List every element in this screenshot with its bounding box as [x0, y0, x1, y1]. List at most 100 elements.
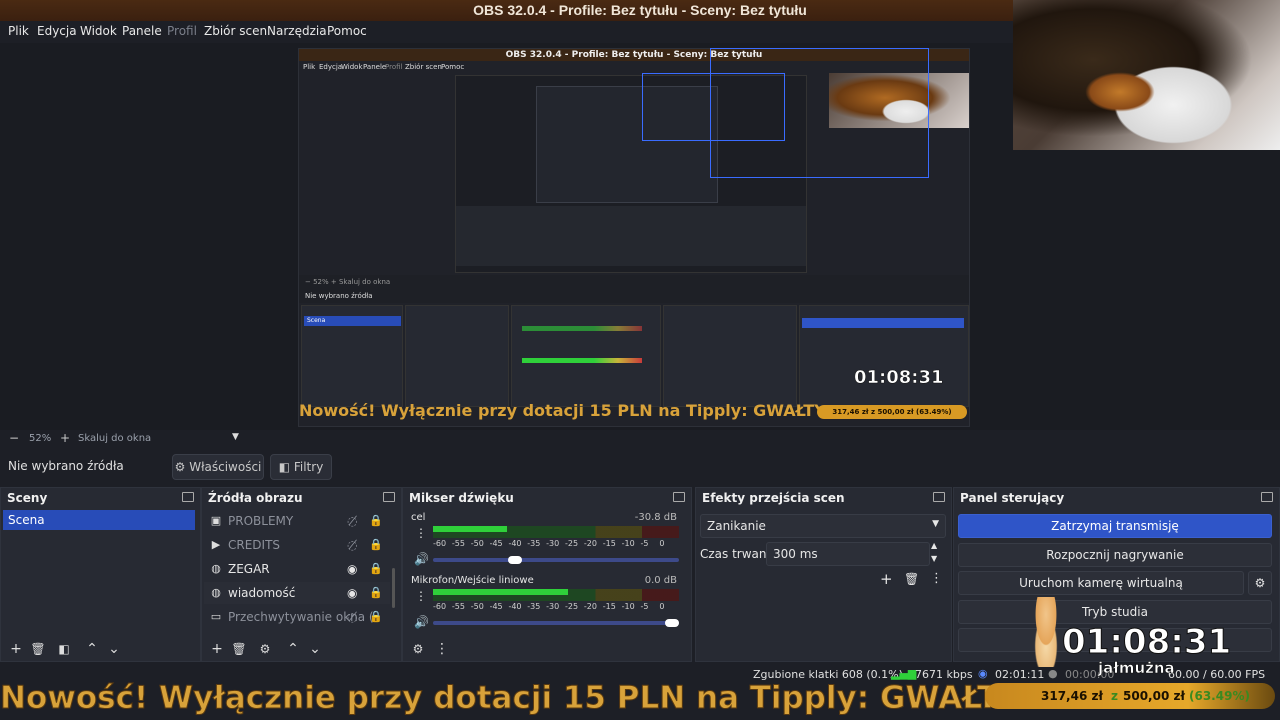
source-item[interactable]: ▭ Przechwytywanie okna ( ◌̸ 🔒 — [204, 606, 390, 628]
undock-icon[interactable] — [933, 492, 945, 502]
controls-title: Panel sterujący — [960, 491, 1065, 505]
undock-icon[interactable] — [1261, 492, 1273, 502]
zoom-level: 52% — [29, 433, 52, 444]
zoom-in-button[interactable]: + — [60, 431, 70, 445]
channel-db: 0.0 dB — [644, 575, 677, 586]
meter-tick-label: -60 — [433, 602, 447, 611]
lock-icon[interactable]: 🔒 — [369, 606, 383, 628]
browser-icon: ◍ — [211, 562, 221, 575]
filter-icon[interactable]: ◧ — [55, 639, 73, 659]
no-source-label: Nie wybrano źródła — [8, 459, 124, 473]
duration-value: 300 ms — [773, 547, 818, 561]
menu-edycja[interactable]: Edycja — [37, 24, 77, 38]
menu-plik[interactable]: Plik — [8, 24, 29, 38]
trash-icon[interactable]: 🗑 — [230, 639, 248, 659]
meter-tick-label: -5 — [640, 602, 649, 611]
stepper-up-icon[interactable]: ▲ — [931, 541, 937, 550]
eye-icon[interactable]: ◉ — [347, 582, 357, 604]
meter-tick-label: -45 — [489, 539, 503, 548]
meter-tick-label: -35 — [527, 539, 541, 548]
start-virtual-camera-button[interactable]: Uruchom kamerę wirtualną — [958, 571, 1244, 595]
scale-mode-select[interactable]: Skaluj do okna — [78, 433, 151, 444]
scene-item[interactable]: Scena — [3, 510, 195, 530]
fader-knob[interactable] — [665, 619, 679, 627]
add-icon[interactable]: + — [7, 639, 25, 659]
nested-donation: 317,46 zł z 500,00 zł (63.49%) — [817, 405, 967, 419]
move-down-icon[interactable]: ⌄ — [105, 639, 123, 659]
menu-narzedzia[interactable]: Narzędzia — [267, 24, 327, 38]
move-down-icon[interactable]: ⌄ — [306, 639, 324, 659]
speaker-icon[interactable]: 🔊 — [414, 552, 429, 566]
filters-button[interactable]: ◧ Filtry — [270, 454, 332, 480]
lock-icon[interactable]: 🔒 — [369, 582, 383, 604]
channel-name: Mikrofon/Wejście liniowe — [411, 575, 534, 586]
volume-fader[interactable] — [433, 619, 679, 627]
nested-menu-item: Zbiór scen — [405, 63, 442, 71]
zoom-out-button[interactable]: − — [9, 431, 19, 445]
source-item[interactable]: ▣ PROBLEMY ◌̸ 🔒 — [204, 510, 390, 532]
stop-stream-button[interactable]: Zatrzymaj transmisję — [958, 514, 1272, 538]
meter-tick-label: -25 — [565, 539, 579, 548]
camera-overlay — [1013, 0, 1280, 150]
meter-tick-label: -55 — [451, 602, 465, 611]
scrollbar[interactable] — [392, 568, 395, 608]
undock-icon[interactable] — [673, 492, 685, 502]
hidden-eye-icon[interactable]: ◌̸ — [347, 606, 357, 628]
kebab-menu-icon[interactable]: ⋮ — [415, 589, 427, 603]
ticker-text: Nowość! Wyłącznie przy dotacji 15 PLN na… — [0, 680, 1035, 717]
eye-icon[interactable]: ◉ — [347, 558, 357, 580]
trash-icon[interactable]: 🗑 — [904, 572, 919, 586]
nested-menu-item: Widok — [341, 63, 363, 71]
studio-mode-button[interactable]: Tryb studia — [958, 600, 1272, 624]
hidden-eye-icon[interactable]: ◌̸ — [347, 510, 357, 532]
meter-tick-label: -15 — [602, 539, 616, 548]
hidden-eye-icon[interactable]: ◌̸ — [347, 534, 357, 556]
speaker-icon[interactable]: 🔊 — [414, 615, 429, 629]
volume-fader[interactable] — [433, 556, 679, 564]
menu-panele[interactable]: Panele — [122, 24, 162, 38]
kebab-menu-icon[interactable]: ⋮ — [930, 571, 943, 586]
gear-icon[interactable]: ⚙ — [256, 639, 274, 659]
start-recording-button[interactable]: Rozpocznij nagrywanie — [958, 543, 1272, 567]
meter-tick-label: -30 — [546, 539, 560, 548]
meter-tick-label: -45 — [489, 602, 503, 611]
gear-icon[interactable]: ⚙ — [409, 639, 427, 659]
meter-tick-label: -10 — [621, 602, 635, 611]
meter-tick-label: -50 — [470, 539, 484, 548]
source-item[interactable]: ◍ ZEGAR ◉ 🔒 — [204, 558, 390, 580]
gear-icon: ⚙ — [174, 460, 186, 474]
zoom-bar: − 52% + Skaluj do okna ▼ — [0, 430, 1280, 447]
lock-icon[interactable]: 🔒 — [369, 510, 383, 532]
menu-widok[interactable]: Widok — [80, 24, 117, 38]
kebab-menu-icon[interactable]: ⋮ — [415, 526, 427, 540]
donation-bar: 317,46 zł z 500,00 zł (63.49%) — [985, 683, 1275, 709]
add-icon[interactable]: + — [208, 639, 226, 659]
move-up-icon[interactable]: ⌃ — [284, 639, 302, 659]
menu-pomoc[interactable]: Pomoc — [327, 24, 367, 38]
transition-select[interactable]: Zanikanie ▼ — [700, 514, 946, 538]
meter-tick-label: -15 — [602, 602, 616, 611]
trash-icon[interactable]: 🗑 — [29, 639, 47, 659]
lock-icon[interactable]: 🔒 — [369, 534, 383, 556]
virtual-camera-settings-button[interactable]: ⚙ — [1248, 571, 1272, 595]
duration-field[interactable]: 300 ms — [766, 542, 930, 566]
add-icon[interactable]: + — [880, 570, 893, 588]
kebab-menu-icon[interactable]: ⋮ — [433, 639, 451, 659]
camera-overlay-detail — [1085, 72, 1155, 112]
menu-profil[interactable]: Profil — [167, 24, 197, 38]
filter-icon: ◧ — [278, 460, 291, 474]
undock-icon[interactable] — [383, 492, 395, 502]
source-item[interactable]: ◍ wiadomość ◉ 🔒 — [204, 582, 390, 604]
meter-tick-label: -40 — [508, 539, 522, 548]
undock-icon[interactable] — [182, 492, 194, 502]
move-up-icon[interactable]: ⌃ — [83, 639, 101, 659]
menu-zbior-scen[interactable]: Zbiór scen — [204, 24, 267, 38]
chevron-down-icon[interactable]: ▼ — [232, 432, 239, 442]
lock-icon[interactable]: 🔒 — [369, 558, 383, 580]
stepper-down-icon[interactable]: ▼ — [931, 554, 937, 563]
fader-knob[interactable] — [507, 556, 522, 564]
sources-dock: Źródła obrazu ▣ PROBLEMY ◌̸ 🔒 ▶ CREDITS … — [201, 487, 402, 662]
properties-button[interactable]: ⚙ Właściwości — [172, 454, 264, 480]
timer-value: 01:08:31 — [1061, 622, 1232, 663]
source-item[interactable]: ▶ CREDITS ◌̸ 🔒 — [204, 534, 390, 556]
